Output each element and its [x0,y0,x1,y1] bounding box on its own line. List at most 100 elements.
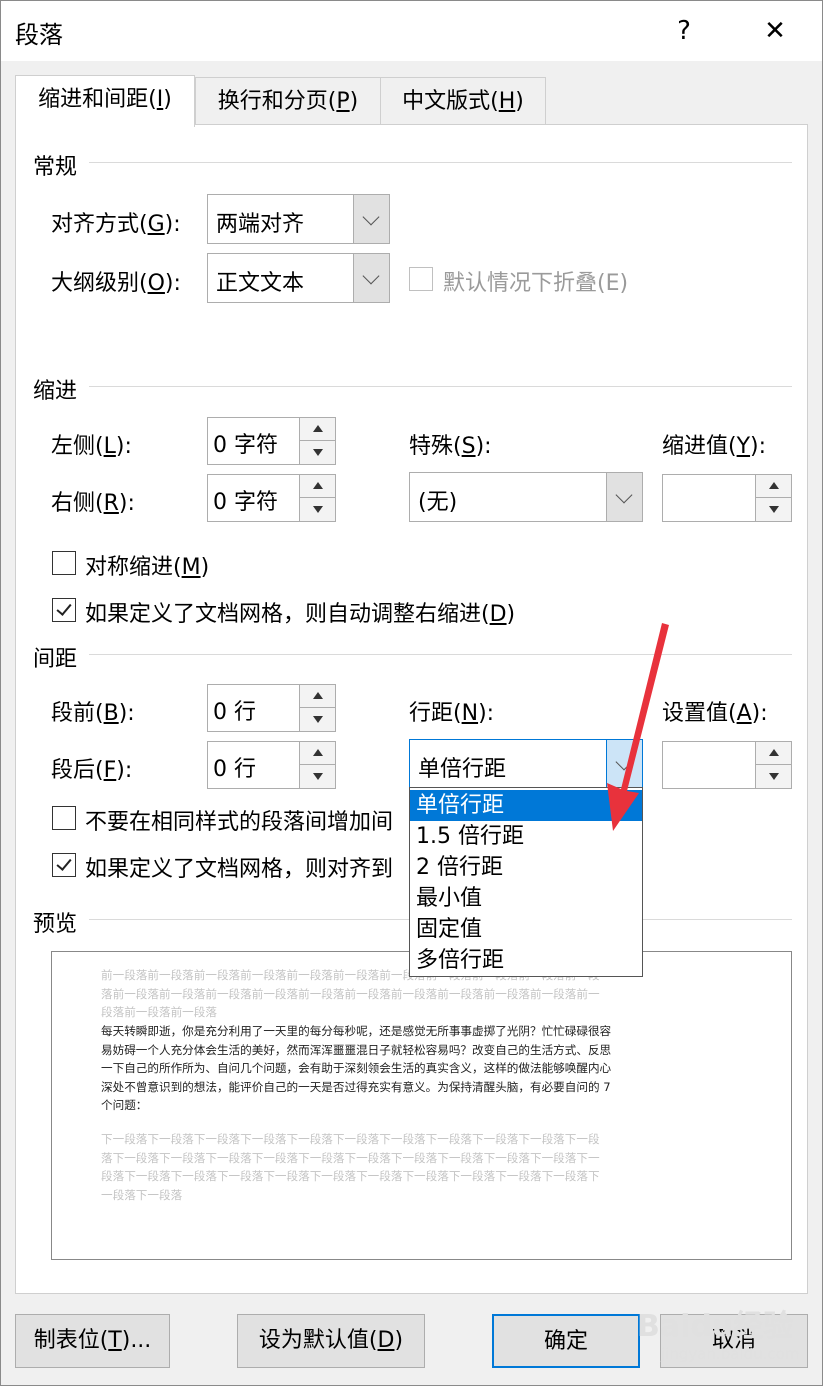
outline-level-dropdown-button[interactable] [353,254,389,302]
alignment-dropdown-button[interactable] [353,195,389,243]
preview-box: 前一段落前一段落前一段落前一段落前一段落前一段落前一段落前一段落前一段落前一段落… [51,951,792,1260]
triangle-down-icon [313,449,323,456]
alignment-value: 两端对齐 [216,212,305,237]
spin-up-button[interactable] [300,475,335,498]
title-bar: 段落 ? ✕ [1,1,822,61]
help-button[interactable]: ? [656,9,712,53]
line-spacing-option[interactable]: 多倍行距 [410,945,642,976]
spin-down-button[interactable] [300,498,335,521]
indent-right-spinner[interactable]: 0 字符 [207,474,336,522]
spin-down-button[interactable] [300,441,335,464]
indent-left-spinner[interactable]: 0 字符 [207,417,336,465]
divider [89,654,792,655]
preview-line: 易妨碍一个人充分体会生活的美好，然而浑浑噩噩混日子就轻松容易吗？改变自己的生活方… [101,1042,612,1057]
spin-down-button[interactable] [756,765,791,788]
section-general: 常规 [33,155,78,180]
preview-line: 一段落下一段落 [101,1187,183,1202]
spin-up-button[interactable] [300,742,335,765]
spacing-before-label: 段前(B): [51,701,135,726]
spinner-buttons [299,475,335,521]
collapse-checkbox[interactable] [409,267,433,291]
preview-line: 下一段落下一段落下一段落下一段落下一段落下一段落下一段落下一段落下一段落下一段落… [101,1132,600,1146]
divider [89,386,792,387]
tab-label: 中文版式( [402,89,499,114]
annotation-arrow-icon [607,623,669,831]
special-label: 特殊(S): [409,434,492,459]
spinner-buttons [755,742,791,788]
ok-button[interactable]: 确定 [492,1314,640,1368]
spacing-at-spinner[interactable] [662,741,792,789]
spin-up-button[interactable] [756,475,791,498]
indent-left-label: 左侧(L): [51,434,132,459]
spacing-after-spinner[interactable]: 0 行 [207,741,336,789]
preview-line: 一下自己的所作所为、自问几个问题，会有助于深刻领会生活的真实含义，这样的做法能够… [101,1061,612,1075]
outline-level-value: 正文文本 [216,271,305,296]
line-spacing-value: 单倍行距 [418,757,507,782]
spinner-buttons [755,475,791,521]
tab-label: 缩进和间距( [38,87,157,112]
preview-line: 落前一段落前一段落前一段落前一段落前一段落前一段落前一段落前一段落前一段落前一段… [101,986,600,1001]
tab-line-page-breaks[interactable]: 换行和分页(P) [195,77,381,125]
tab-label-suffix: ) [515,89,524,114]
tab-accel-key: H [498,89,516,114]
line-spacing-option[interactable]: 最小值 [410,883,642,914]
spinner-buttons [299,742,335,788]
indent-left-value[interactable]: 0 字符 [213,427,278,459]
tab-label-suffix: ) [163,87,172,112]
triangle-down-icon [313,506,323,513]
spin-up-button[interactable] [300,418,335,441]
spacing-before-spinner[interactable]: 0 行 [207,684,336,732]
triangle-down-icon [313,773,323,780]
spin-down-button[interactable] [756,498,791,521]
preview-line: 段落前一段落前一段落 [101,1005,217,1019]
triangle-up-icon [313,425,323,432]
collapse-label: 默认情况下折叠(E) [443,271,629,296]
spin-down-button[interactable] [300,765,335,788]
tab-label-suffix: ) [349,89,359,114]
spacing-before-value[interactable]: 0 行 [213,694,256,726]
mirror-indents-checkbox[interactable] [52,551,76,575]
auto-adjust-indent-checkbox[interactable] [52,598,76,622]
line-spacing-option[interactable]: 2 倍行距 [410,852,642,883]
spinner-buttons [299,685,335,731]
spacing-after-value[interactable]: 0 行 [213,751,256,783]
section-preview: 预览 [33,912,78,937]
watermark-url: jingyan.baidu.com [661,1345,800,1363]
indent-right-label: 右侧(R): [51,491,135,516]
preview-line: 深处不曾意识到的想法，能评价自己的一天是否过得充实有意义。为保持清醒头脑，有必要… [101,1079,611,1094]
special-combo[interactable]: (无) [409,472,643,522]
mirror-indents-label: 对称缩进(M) [85,555,210,580]
close-icon[interactable]: ✕ [747,9,803,53]
spin-down-button[interactable] [300,708,335,731]
auto-adjust-indent-label: 如果定义了文档网格，则自动调整右缩进(D) [85,602,516,627]
spacing-after-label: 段后(F): [51,758,133,783]
preview-line: 落下一段落下一段落下一段落下一段落下一段落下一段落下一段落下一段落下一段落下一段… [101,1150,600,1165]
snap-to-grid-checkbox[interactable] [52,853,76,877]
line-spacing-label: 行距(N): [409,701,495,726]
triangle-up-icon [313,482,323,489]
preview-current-paragraph: 每天转瞬即逝，你是充分利用了一天里的每分每秒呢，还是感觉无所事事虚掷了光阴？忙忙… [101,1022,716,1115]
preview-line: 段落下一段落下一段落下一段落下一段落下一段落下一段落下一段落下一段落下一段落下一… [101,1169,600,1183]
section-indentation: 缩进 [33,379,78,404]
divider [89,162,792,163]
no-space-same-style-checkbox[interactable] [52,806,76,830]
alignment-combo[interactable]: 两端对齐 [207,194,390,244]
special-value: (无) [418,490,458,515]
tab-asian-typography[interactable]: 中文版式(H) [380,77,546,125]
outline-level-combo[interactable]: 正文文本 [207,253,390,303]
outline-level-label: 大纲级别(O): [51,271,181,296]
indent-right-value[interactable]: 0 字符 [213,484,278,516]
spin-up-button[interactable] [756,742,791,765]
snap-to-grid-label: 如果定义了文档网格，则对齐到 [85,857,394,882]
spin-up-button[interactable] [300,685,335,708]
no-space-same-style-label: 不要在相同样式的段落间增加间 [85,810,394,835]
preview-next-paragraph: 下一段落下一段落下一段落下一段落下一段落下一段落下一段落下一段落下一段落下一段落… [101,1130,716,1204]
section-spacing: 间距 [33,647,78,672]
tabs-button[interactable]: 制表位(T)... [15,1314,170,1368]
tab-indents-spacing[interactable]: 缩进和间距(I) [15,75,195,127]
tab-label: 换行和分页( [217,89,337,114]
set-as-default-button[interactable]: 设为默认值(D) [237,1314,425,1368]
special-dropdown-button[interactable] [606,473,642,521]
line-spacing-option[interactable]: 固定值 [410,914,642,945]
indent-by-spinner[interactable] [662,474,792,522]
